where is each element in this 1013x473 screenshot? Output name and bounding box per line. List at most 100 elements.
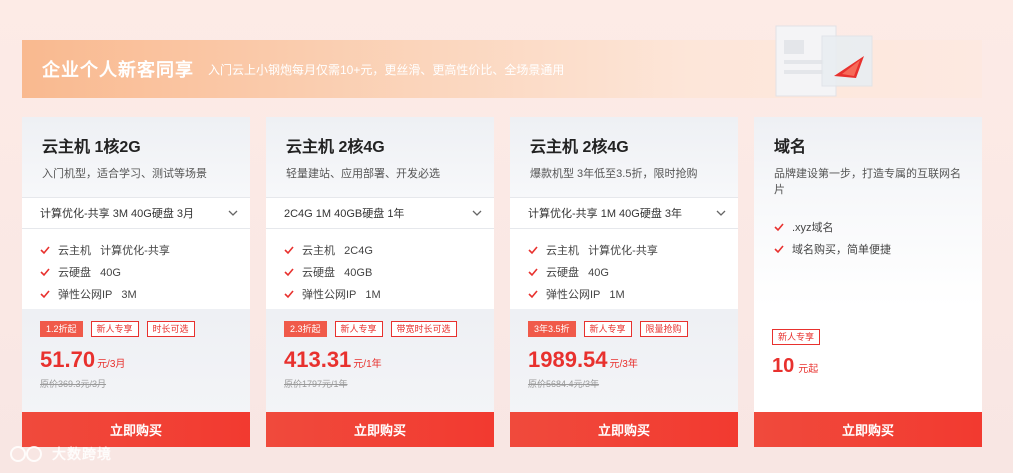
- feature-item: 弹性公网IP 1M: [284, 283, 494, 305]
- config-select-value: 计算优化-共享 1M 40G硬盘 3年: [528, 208, 683, 220]
- feature-item: 云主机 计算优化-共享: [40, 239, 250, 261]
- tag-row: 2.3折起 新人专享 带宽时长可选: [284, 321, 494, 337]
- product-card-2c4g-3yr: 云主机 2核4G 爆款机型 3年低至3.5折，限时抢购 计算优化-共享 1M 4…: [510, 117, 738, 447]
- buy-now-button[interactable]: 立即购买: [22, 412, 250, 447]
- price-unit: 元/1年: [353, 359, 382, 370]
- feature-item: 云硬盘 40G: [528, 261, 738, 283]
- card-header: 云主机 2核4G 轻量建站、应用部署、开发必选: [266, 117, 494, 197]
- tag-row: 1.2折起 新人专享 时长可选: [40, 321, 250, 337]
- price-block: 1.2折起 新人专享 时长可选 51.70 元/3月 原价369.3元/3月: [22, 309, 250, 414]
- tag-row: 新人专享: [772, 329, 982, 345]
- promo-tag: 限量抢购: [639, 321, 688, 337]
- promo-tag: 新人专享: [90, 321, 139, 337]
- product-card-1c2g: 云主机 1核2G 入门机型，适合学习、测试等场景 计算优化-共享 3M 40G硬…: [22, 117, 250, 447]
- discount-tag: 2.3折起: [284, 321, 327, 337]
- product-card-2c4g: 云主机 2核4G 轻量建站、应用部署、开发必选 2C4G 1M 40GB硬盘 1…: [266, 117, 494, 447]
- buy-now-button[interactable]: 立即购买: [510, 412, 738, 447]
- card-title: 云主机 2核4G: [530, 139, 629, 156]
- feature-text: 云主机 计算优化-共享: [58, 245, 170, 257]
- watermark-text: 大数跨境: [52, 446, 112, 462]
- price: 51.70 元/3月: [40, 347, 250, 373]
- original-price: 原价5684.4元/3年: [528, 379, 600, 389]
- feature-item: 域名购买，简单便捷: [774, 238, 964, 260]
- check-icon: [284, 268, 294, 277]
- promo-tag: 新人专享: [772, 329, 821, 345]
- card-title: 域名: [774, 139, 807, 156]
- feature-item: 弹性公网IP 1M: [528, 283, 738, 305]
- banner-title: 企业个人新客同享: [42, 60, 194, 80]
- card-header: 云主机 1核2G 入门机型，适合学习、测试等场景: [22, 117, 250, 197]
- card-description: 爆款机型 3年低至3.5折，限时抢购: [530, 168, 698, 180]
- product-cards: 云主机 1核2G 入门机型，适合学习、测试等场景 计算优化-共享 3M 40G硬…: [22, 117, 982, 447]
- promo-banner: 企业个人新客同享 入门云上小钢炮每月仅需10+元，更丝滑、更高性价比、全场景通用: [22, 25, 982, 98]
- feature-text: 云主机 2C4G: [302, 245, 373, 257]
- price: 10 元起: [772, 355, 982, 378]
- chevron-down-icon: [472, 210, 482, 216]
- feature-text: 弹性公网IP 1M: [302, 289, 381, 301]
- check-icon: [774, 245, 784, 254]
- card-description: 品牌建设第一步，打造专属的互联网名片: [774, 168, 961, 196]
- feature-text: 弹性公网IP 3M: [58, 289, 137, 301]
- feature-text: 域名购买，简单便捷: [792, 244, 891, 256]
- price-unit: 元/3年: [609, 359, 638, 370]
- feature-text: 云硬盘 40G: [58, 267, 121, 279]
- tag-row: 3年3.5折 新人专享 限量抢购: [528, 321, 738, 337]
- feature-text: 云硬盘 40GB: [302, 267, 373, 279]
- chevron-down-icon: [716, 210, 726, 216]
- feature-list: .xyz域名 域名购买，简单便捷: [774, 216, 964, 260]
- card-description: 入门机型，适合学习、测试等场景: [42, 168, 207, 180]
- config-select[interactable]: 计算优化-共享 1M 40G硬盘 3年: [510, 197, 738, 229]
- check-icon: [40, 246, 50, 255]
- price-block: 2.3折起 新人专享 带宽时长可选 413.31 元/1年 原价1797元/1年: [266, 309, 494, 414]
- feature-list: 云主机 计算优化-共享 云硬盘 40G 弹性公网IP 3M: [22, 229, 250, 309]
- discount-tag: 3年3.5折: [528, 321, 576, 337]
- config-select[interactable]: 2C4G 1M 40GB硬盘 1年: [266, 197, 494, 229]
- feature-item: 云主机 计算优化-共享: [528, 239, 738, 261]
- check-icon: [284, 246, 294, 255]
- price-value: 413.31: [284, 347, 352, 372]
- watermark: 大数跨境: [8, 444, 112, 464]
- price-unit: 元/3月: [97, 359, 126, 370]
- feature-text: 弹性公网IP 1M: [546, 289, 625, 301]
- product-card-domain: 域名 品牌建设第一步，打造专属的互联网名片 .xyz域名 域名购买，简单便捷 新…: [754, 117, 982, 447]
- feature-text: 云主机 计算优化-共享: [546, 245, 658, 257]
- feature-item: 弹性公网IP 3M: [40, 283, 250, 305]
- buy-now-button[interactable]: 立即购买: [266, 412, 494, 447]
- discount-tag: 1.2折起: [40, 321, 83, 337]
- check-icon: [40, 268, 50, 277]
- check-icon: [528, 268, 538, 277]
- card-header: 云主机 2核4G 爆款机型 3年低至3.5折，限时抢购: [510, 117, 738, 197]
- config-select-value: 2C4G 1M 40GB硬盘 1年: [284, 208, 405, 220]
- card-header: 域名 品牌建设第一步，打造专属的互联网名片 .xyz域名 域名购买，简单便捷: [754, 117, 982, 307]
- promo-tag: 时长可选: [146, 321, 195, 337]
- promo-tag: 新人专享: [583, 321, 632, 337]
- server-illustration-icon: [775, 25, 873, 97]
- original-price: 原价1797元/1年: [284, 379, 348, 389]
- feature-item: 云硬盘 40G: [40, 261, 250, 283]
- feature-list: 云主机 计算优化-共享 云硬盘 40G 弹性公网IP 1M: [510, 229, 738, 309]
- feature-text: .xyz域名: [792, 222, 834, 234]
- watermark-logo-icon: [10, 446, 42, 462]
- buy-now-button[interactable]: 立即购买: [754, 412, 982, 447]
- banner-subtitle: 入门云上小钢炮每月仅需10+元，更丝滑、更高性价比、全场景通用: [208, 62, 565, 77]
- card-description: 轻量建站、应用部署、开发必选: [286, 168, 440, 180]
- price-value: 10: [772, 355, 795, 377]
- check-icon: [284, 290, 294, 299]
- price: 1989.54 元/3年: [528, 347, 738, 373]
- config-select[interactable]: 计算优化-共享 3M 40G硬盘 3月: [22, 197, 250, 229]
- check-icon: [528, 290, 538, 299]
- price-block: 新人专享 10 元起: [754, 307, 982, 412]
- check-icon: [774, 223, 784, 232]
- feature-item: 云主机 2C4G: [284, 239, 494, 261]
- card-title: 云主机 1核2G: [42, 139, 141, 156]
- promo-tag: 新人专享: [334, 321, 383, 337]
- check-icon: [40, 290, 50, 299]
- price-unit: 元起: [798, 364, 819, 375]
- chevron-down-icon: [228, 210, 238, 216]
- card-title: 云主机 2核4G: [286, 139, 385, 156]
- feature-list: 云主机 2C4G 云硬盘 40GB 弹性公网IP 1M: [266, 229, 494, 309]
- promo-tag: 带宽时长可选: [390, 321, 457, 337]
- feature-item: .xyz域名: [774, 216, 964, 238]
- config-select-value: 计算优化-共享 3M 40G硬盘 3月: [40, 208, 195, 220]
- original-price: 原价369.3元/3月: [40, 379, 107, 389]
